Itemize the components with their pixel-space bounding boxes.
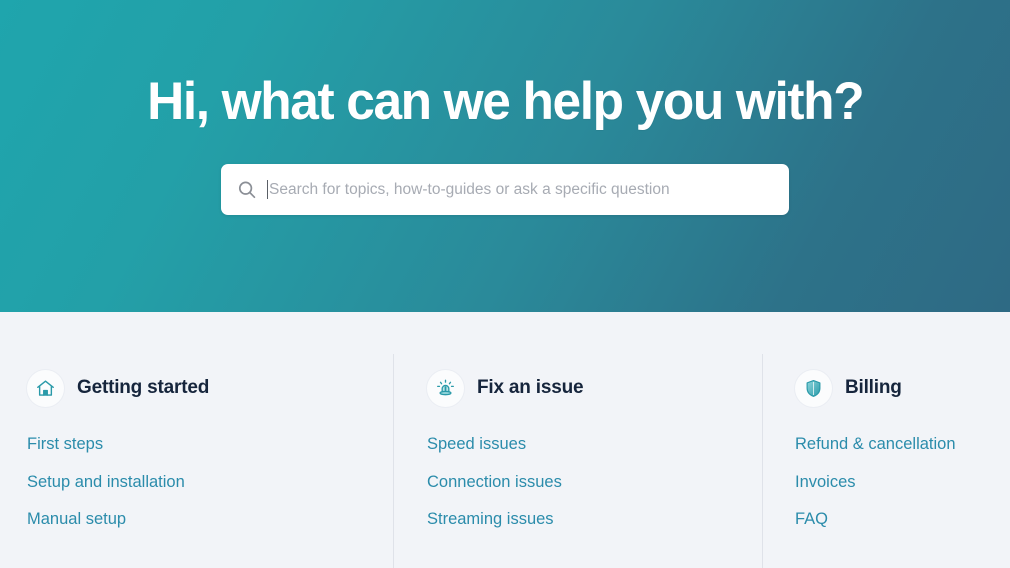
category-title: Fix an issue [477, 377, 584, 398]
category-link-list: First steps Setup and installation Manua… [27, 427, 393, 540]
category-header: Getting started [27, 369, 393, 407]
category-header: Billing [795, 369, 1010, 407]
list-item: FAQ [795, 502, 1010, 540]
category-column-fix-an-issue: Fix an issue Speed issues Connection iss… [393, 312, 762, 568]
list-item: Streaming issues [427, 502, 762, 540]
home-icon [27, 369, 64, 407]
category-link[interactable]: Manual setup [27, 502, 126, 540]
hero-content: Hi, what can we help you with? [0, 0, 1010, 312]
category-link[interactable]: First steps [27, 427, 103, 465]
category-link[interactable]: Speed issues [427, 427, 526, 465]
category-link[interactable]: Streaming issues [427, 502, 554, 540]
list-item: Setup and installation [27, 465, 393, 503]
category-title: Billing [845, 377, 902, 398]
category-section: Getting started First steps Setup and in… [0, 312, 1010, 568]
category-link[interactable]: Connection issues [427, 465, 562, 503]
category-link[interactable]: Refund & cancellation [795, 427, 956, 465]
hero-banner: Hi, what can we help you with? [0, 0, 1010, 312]
category-header: Fix an issue [427, 369, 762, 407]
category-link[interactable]: FAQ [795, 502, 828, 540]
category-column-billing: Billing Refund & cancellation Invoices F… [762, 312, 1010, 568]
list-item: Connection issues [427, 465, 762, 503]
text-caret [267, 180, 268, 199]
list-item: First steps [27, 427, 393, 465]
siren-icon [427, 369, 464, 407]
category-link-list: Speed issues Connection issues Streaming… [427, 427, 762, 540]
search-bar[interactable] [221, 164, 789, 215]
category-column-getting-started: Getting started First steps Setup and in… [0, 312, 393, 568]
category-link[interactable]: Invoices [795, 465, 856, 503]
list-item: Speed issues [427, 427, 762, 465]
page-title: Hi, what can we help you with? [146, 72, 865, 131]
search-input[interactable] [269, 164, 775, 215]
category-link[interactable]: Setup and installation [27, 465, 185, 503]
search-field [267, 164, 775, 215]
shield-icon [795, 369, 832, 407]
search-icon [236, 179, 258, 201]
category-title: Getting started [77, 377, 210, 398]
list-item: Refund & cancellation [795, 427, 1010, 465]
category-link-list: Refund & cancellation Invoices FAQ [795, 427, 1010, 540]
list-item: Invoices [795, 465, 1010, 503]
list-item: Manual setup [27, 502, 393, 540]
